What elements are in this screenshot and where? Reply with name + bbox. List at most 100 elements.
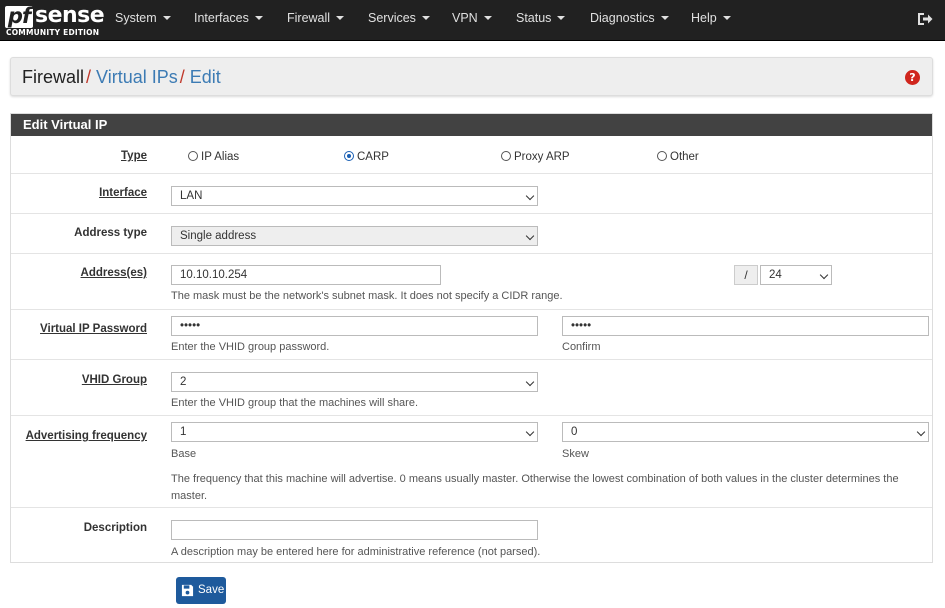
caret-down-icon — [660, 16, 669, 20]
interface-select-value: LAN — [180, 190, 203, 202]
description-label: Description — [83, 522, 147, 534]
radio-proxy-arp-label: Proxy ARP — [514, 151, 570, 163]
interface-select[interactable]: LAN — [171, 186, 538, 206]
breadcrumb-firewall: Firewall — [22, 67, 85, 87]
nav-diagnostics-label: Diagnostics — [590, 11, 655, 25]
password-input-value: ••••• — [180, 320, 201, 332]
chevron-down-icon — [525, 231, 535, 241]
caret-down-icon — [336, 16, 345, 20]
caret-down-icon — [722, 16, 731, 20]
nav-help[interactable]: Help — [691, 11, 731, 25]
advfreq-row: Advertising frequency 1 0 Base Skew The … — [11, 415, 932, 507]
interface-row: Interface LAN — [11, 173, 932, 213]
nav-diagnostics[interactable]: Diagnostics — [590, 11, 669, 25]
nav-system[interactable]: System — [115, 11, 171, 25]
advfreq-base-help: Base — [171, 448, 197, 460]
address-help: The mask must be the network's subnet ma… — [171, 290, 563, 302]
radio-other-label: Other — [670, 151, 699, 163]
password-input[interactable]: ••••• — [171, 316, 538, 336]
breadcrumb-separator: / — [86, 67, 92, 87]
radio-selected-icon — [344, 151, 354, 161]
address-type-select[interactable]: Single address — [171, 226, 538, 246]
nav-firewall[interactable]: Firewall — [287, 11, 345, 25]
description-row: Description A description may be entered… — [11, 507, 932, 562]
nav-vpn[interactable]: VPN — [452, 11, 492, 25]
description-help: A description may be entered here for ad… — [171, 546, 541, 558]
logo-edition: COMMUNITY EDITION — [6, 28, 100, 37]
logo-pf: pf — [5, 6, 33, 28]
nav-services-label: Services — [368, 11, 416, 25]
vhid-select[interactable]: 2 — [171, 372, 538, 392]
advfreq-skew-value: 0 — [571, 426, 578, 438]
breadcrumb-bar: Firewall / Virtual IPs / Edit ? — [10, 57, 933, 96]
nav-status-label: Status — [516, 11, 552, 25]
radio-icon — [657, 151, 667, 161]
nav-status[interactable]: Status — [516, 11, 566, 25]
advfreq-skew-select[interactable]: 0 — [562, 422, 929, 442]
question-circle-icon[interactable]: ? — [905, 70, 920, 85]
breadcrumb-edit[interactable]: Edit — [190, 67, 221, 87]
description-input[interactable] — [171, 520, 538, 540]
caret-down-icon — [421, 16, 430, 20]
edit-virtual-ip-panel: Edit Virtual IP Type IP Alias CARP Proxy… — [10, 113, 933, 563]
password-label: Virtual IP Password — [40, 323, 147, 335]
password-confirm-help: Confirm — [562, 341, 601, 353]
advfreq-skew-help: Skew — [562, 448, 589, 460]
top-navbar: pf sense COMMUNITY EDITION System Interf… — [0, 0, 945, 41]
chevron-down-icon — [819, 270, 829, 280]
advfreq-base-select[interactable]: 1 — [171, 422, 538, 442]
vhid-row: VHID Group 2 Enter the VHID group that t… — [11, 359, 932, 415]
radio-proxy-arp[interactable]: Proxy ARP — [501, 151, 570, 163]
breadcrumb-separator: / — [179, 67, 185, 87]
advfreq-help-line2: master. — [171, 490, 208, 502]
radio-other[interactable]: Other — [657, 151, 699, 163]
address-type-row: Address type Single address — [11, 213, 932, 253]
pfsense-logo[interactable]: pf sense COMMUNITY EDITION — [5, 4, 105, 37]
password-confirm-value: ••••• — [571, 320, 592, 332]
radio-carp[interactable]: CARP — [344, 151, 389, 163]
advfreq-help-line1: The frequency that this machine will adv… — [171, 473, 899, 485]
chevron-down-icon — [525, 427, 535, 437]
nav-vpn-label: VPN — [452, 11, 478, 25]
caret-down-icon — [483, 16, 492, 20]
nav-interfaces-label: Interfaces — [194, 11, 249, 25]
vhid-help: Enter the VHID group that the machines w… — [171, 397, 419, 409]
password-confirm-input[interactable]: ••••• — [562, 316, 929, 336]
address-label: Address(es) — [80, 267, 147, 279]
sign-out-icon[interactable] — [917, 11, 933, 27]
chevron-down-icon — [525, 377, 535, 387]
vhid-select-value: 2 — [180, 376, 187, 388]
vhid-label: VHID Group — [81, 374, 147, 386]
panel-title: Edit Virtual IP — [11, 114, 932, 136]
logo-sense: sense — [35, 3, 105, 28]
interface-label: Interface — [99, 187, 147, 199]
nav-services[interactable]: Services — [368, 11, 430, 25]
nav-firewall-label: Firewall — [287, 11, 331, 25]
breadcrumb-virtual-ips[interactable]: Virtual IPs — [96, 67, 178, 87]
advfreq-label: Advertising frequency — [25, 430, 147, 442]
caret-down-icon — [557, 16, 566, 20]
caret-down-icon — [162, 16, 171, 20]
nav-interfaces[interactable]: Interfaces — [194, 11, 263, 25]
mask-select[interactable]: 24 — [760, 265, 832, 285]
advfreq-base-value: 1 — [180, 426, 187, 438]
radio-icon — [188, 151, 198, 161]
nav-help-label: Help — [691, 11, 717, 25]
chevron-down-icon — [525, 191, 535, 201]
chevron-down-icon — [916, 427, 926, 437]
save-button[interactable]: Save — [176, 577, 226, 604]
save-button-label: Save — [198, 584, 225, 596]
type-label: Type — [121, 150, 147, 162]
caret-down-icon — [254, 16, 263, 20]
type-row: Type IP Alias CARP Proxy ARP Other — [11, 136, 932, 173]
password-help: Enter the VHID group password. — [171, 341, 330, 353]
radio-ip-alias[interactable]: IP Alias — [188, 151, 239, 163]
address-input-value: 10.10.10.254 — [180, 269, 248, 281]
address-type-select-value: Single address — [180, 230, 257, 242]
password-row: Virtual IP Password ••••• ••••• Enter th… — [11, 309, 932, 359]
address-input[interactable]: 10.10.10.254 — [171, 265, 441, 285]
nav-system-label: System — [115, 11, 157, 25]
radio-icon — [501, 151, 511, 161]
floppy-disk-icon — [181, 584, 194, 597]
breadcrumb: Firewall / Virtual IPs / Edit — [22, 66, 221, 88]
